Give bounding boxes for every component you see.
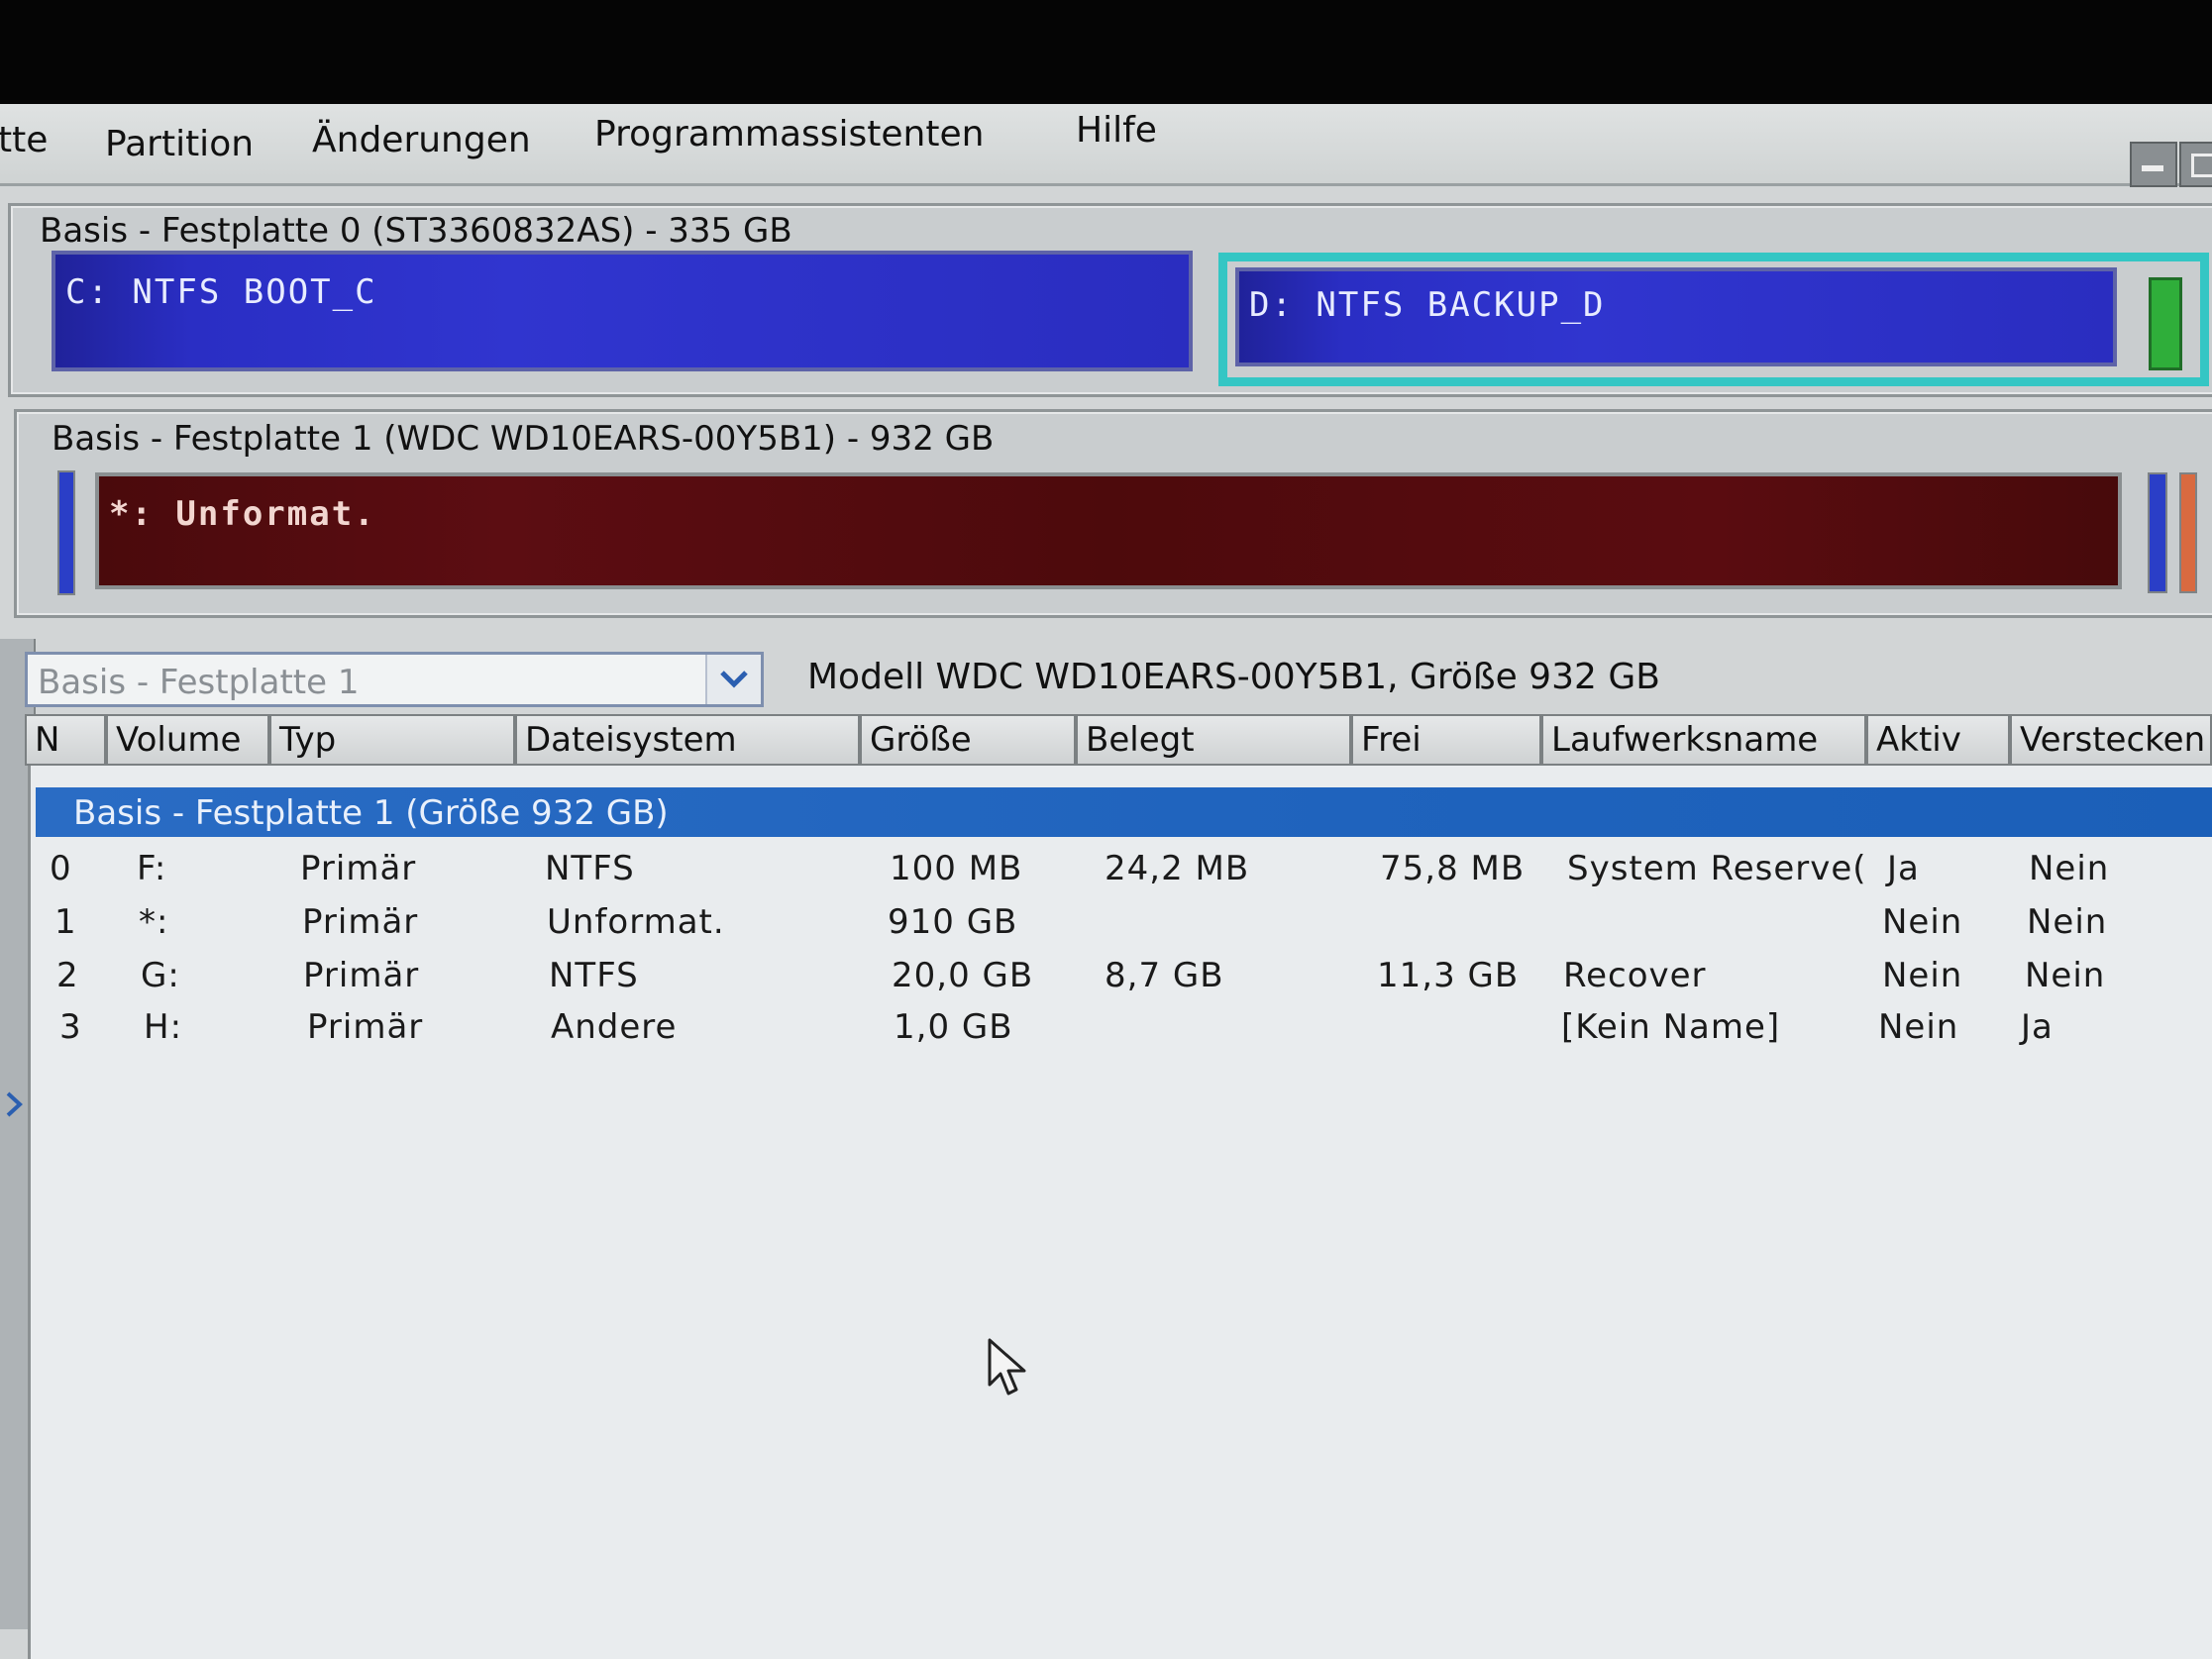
restore-button[interactable] xyxy=(2179,142,2212,187)
cell-dateisystem: NTFS xyxy=(545,849,635,888)
cell-typ: Primär xyxy=(307,1007,424,1047)
cell-typ: Primär xyxy=(302,902,419,942)
cell-aktiv: Nein xyxy=(1878,1007,1959,1047)
menu-item-programmassistenten[interactable]: Programmassistenten xyxy=(594,114,984,155)
cell-belegt: 8,7 GB xyxy=(1105,956,1224,995)
partition-d-bar: D: NTFS BACKUP_D xyxy=(1235,267,2117,366)
menu-item-partition[interactable]: Partition xyxy=(105,124,254,164)
cell-belegt: 24,2 MB xyxy=(1105,849,1250,888)
disk-1-partition-h-bar[interactable] xyxy=(2179,472,2197,593)
expand-arrow-icon[interactable] xyxy=(4,1089,26,1119)
partition-c-boot[interactable]: C: NTFS BOOT_C xyxy=(52,251,1193,371)
column-header-belegt[interactable]: Belegt xyxy=(1076,714,1351,766)
column-header-frei[interactable]: Frei xyxy=(1351,714,1541,766)
partition-unformatted[interactable]: *: Unformat. xyxy=(95,472,2122,589)
restore-icon xyxy=(2191,154,2212,177)
cell-aktiv: Ja xyxy=(1887,849,1920,888)
cell-typ: Primär xyxy=(300,849,417,888)
cell-aktiv: Nein xyxy=(1882,956,1963,995)
column-header-typ[interactable]: Typ xyxy=(269,714,515,766)
column-header-aktiv[interactable]: Aktiv xyxy=(1866,714,2010,766)
disk-select-value: Basis - Festplatte 1 xyxy=(38,663,360,702)
cell-dateisystem: Andere xyxy=(551,1007,678,1047)
table-group-row[interactable]: Basis - Festplatte 1 (Größe 932 GB) xyxy=(36,787,2212,837)
chevron-down-icon xyxy=(720,671,748,688)
disk-select-dropdown[interactable]: Basis - Festplatte 1 xyxy=(25,652,764,707)
cell-verstecken: Ja xyxy=(2021,1007,2054,1047)
column-header-volume[interactable]: Volume xyxy=(106,714,269,766)
cell-n: 3 xyxy=(59,1007,82,1047)
menu-item-hilfe[interactable]: Hilfe xyxy=(1076,110,1157,151)
cell-n: 1 xyxy=(54,902,77,942)
cell-volume: G: xyxy=(141,956,180,995)
partition-d-free-space xyxy=(2149,277,2182,370)
disk-1-title: Basis - Festplatte 1 (WDC WD10EARS-00Y5B… xyxy=(52,419,995,459)
column-header-n[interactable]: N xyxy=(25,714,106,766)
dropdown-button[interactable] xyxy=(705,655,761,704)
partition-d-label: D: NTFS BACKUP_D xyxy=(1249,285,1606,325)
cell-verstecken: Nein xyxy=(2027,902,2108,942)
partition-c-label: C: NTFS BOOT_C xyxy=(65,272,377,312)
cell-volume: *: xyxy=(139,902,169,942)
cell-groesse: 910 GB xyxy=(888,902,1018,942)
partition-unformatted-label: *: Unformat. xyxy=(109,494,376,534)
cell-dateisystem: Unformat. xyxy=(547,902,725,942)
minimize-button[interactable] xyxy=(2130,142,2177,187)
column-header-laufwerksname[interactable]: Laufwerksname xyxy=(1541,714,1866,766)
cell-laufwerksname: [Kein Name] xyxy=(1561,1007,1781,1047)
cell-verstecken: Nein xyxy=(2029,849,2110,888)
column-header-groesse[interactable]: Größe xyxy=(860,714,1076,766)
disk-1-partition-f-bar[interactable] xyxy=(57,470,75,595)
cell-frei: 75,8 MB xyxy=(1380,849,1526,888)
cell-volume: F: xyxy=(137,849,167,888)
cell-aktiv: Nein xyxy=(1882,902,1963,942)
cell-volume: H: xyxy=(144,1007,183,1047)
partition-d-backup-selected[interactable]: D: NTFS BACKUP_D xyxy=(1218,253,2209,386)
cell-typ: Primär xyxy=(303,956,420,995)
disk-1-partition-g-bar[interactable] xyxy=(2148,472,2167,593)
mouse-cursor-icon xyxy=(988,1338,1026,1396)
disk-model-info: Modell WDC WD10EARS-00Y5B1, Größe 932 GB xyxy=(807,657,1660,697)
table-group-label: Basis - Festplatte 1 (Größe 932 GB) xyxy=(73,793,669,833)
cell-laufwerksname: System Reserve( xyxy=(1567,849,1867,888)
partition-manager-window: tte Partition Änderungen Programmassiste… xyxy=(0,104,2212,1659)
cell-n: 2 xyxy=(56,956,79,995)
cell-groesse: 1,0 GB xyxy=(894,1007,1013,1047)
disk-0-title: Basis - Festplatte 0 (ST3360832AS) - 335… xyxy=(40,211,792,251)
menu-item-festplatte[interactable]: tte xyxy=(0,120,48,160)
cell-groesse: 100 MB xyxy=(890,849,1023,888)
cell-groesse: 20,0 GB xyxy=(892,956,1034,995)
menu-bar: tte Partition Änderungen Programmassiste… xyxy=(0,104,2212,187)
cell-laufwerksname: Recover xyxy=(1563,956,1707,995)
cell-dateisystem: NTFS xyxy=(549,956,639,995)
menu-item-aenderungen[interactable]: Änderungen xyxy=(312,120,531,160)
cell-n: 0 xyxy=(50,849,72,888)
column-header-dateisystem[interactable]: Dateisystem xyxy=(515,714,860,766)
cell-verstecken: Nein xyxy=(2025,956,2106,995)
cell-frei: 11,3 GB xyxy=(1377,956,1520,995)
minimize-icon xyxy=(2142,165,2163,171)
column-header-verstecken[interactable]: Verstecken xyxy=(2010,714,2212,766)
